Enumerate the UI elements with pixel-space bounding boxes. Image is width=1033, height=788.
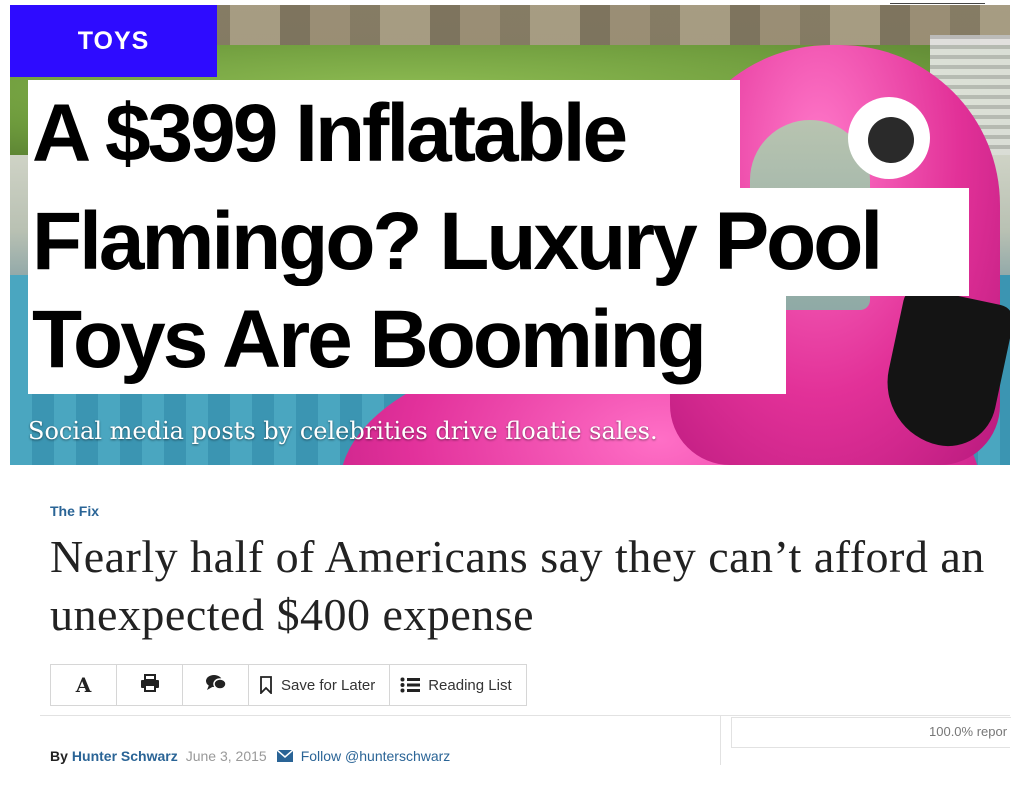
sidebar-divider	[720, 715, 721, 765]
sidebar-report-underline	[731, 747, 1010, 748]
save-for-later-label: Save for Later	[281, 676, 376, 694]
save-for-later-button[interactable]: Save for Later	[249, 665, 391, 705]
flamingo-pupil	[868, 117, 914, 163]
byline-by: By	[50, 748, 68, 764]
follow-author-link[interactable]: Follow @hunterschwarz	[301, 748, 451, 764]
sidebar-report-text: 100.0% repor	[929, 724, 1008, 739]
hero-dek: Social media posts by celebrities drive …	[28, 417, 658, 445]
hero-headline-line-1[interactable]: A $399 Inflatable	[28, 80, 740, 188]
print-button[interactable]	[117, 665, 183, 705]
article-kicker[interactable]: The Fix	[50, 503, 99, 519]
article-toolbar: A Save for Later Reading List	[50, 664, 527, 706]
reading-list-label: Reading List	[428, 676, 512, 694]
font-size-icon: A	[75, 673, 92, 697]
section-tag-toys[interactable]: TOYS	[10, 5, 217, 77]
content-divider	[40, 715, 1010, 716]
publish-date: June 3, 2015	[185, 748, 267, 764]
comments-icon	[205, 674, 227, 697]
list-icon	[400, 677, 421, 693]
article-title: Nearly half of Americans say they can’t …	[50, 531, 985, 640]
reading-list-button[interactable]: Reading List	[390, 665, 525, 705]
font-size-button[interactable]: A	[51, 665, 117, 705]
hero-banner[interactable]: TOYS A $399 Inflatable Flamingo? Luxury …	[10, 5, 1010, 465]
print-icon	[140, 673, 160, 697]
mail-icon[interactable]	[276, 750, 293, 762]
top-border-line	[890, 3, 985, 4]
byline: By Hunter Schwarz June 3, 2015 Follow @h…	[50, 748, 450, 764]
hero-headline-line-3[interactable]: Toys Are Booming	[28, 286, 786, 394]
author-link[interactable]: Hunter Schwarz	[72, 748, 178, 764]
hero-headline-line-2[interactable]: Flamingo? Luxury Pool	[28, 188, 969, 296]
bookmark-icon	[259, 676, 273, 694]
comments-button[interactable]	[183, 665, 249, 705]
